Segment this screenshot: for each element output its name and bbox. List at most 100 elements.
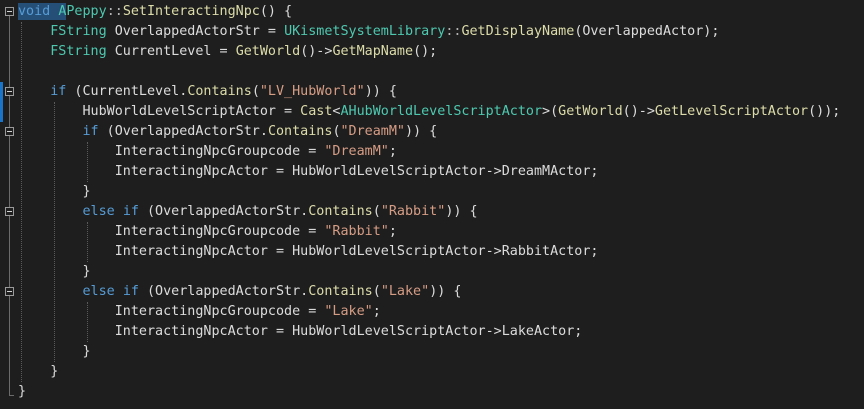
code-line[interactable]: InteractingNpcActor = HubWorldLevelScrip… [18,322,583,342]
code-token: else [82,284,115,299]
code-token: "LV_HubWorld" [259,84,365,99]
code-token: "Rabbit" [324,224,389,239]
code-token: )) { [405,124,438,139]
code-token: UKismetSystemLibrary [284,24,446,39]
code-token: AHubWorldLevelScriptActor [340,104,543,119]
code-token: Contains [308,284,373,299]
code-token: ()-> [622,104,655,119]
code-token: (OverlappedActorStr. [138,204,309,219]
code-line[interactable]: InteractingNpcGroupcode = "DreamM"; [18,142,397,162]
code-token: :: [106,4,123,19]
code-line[interactable]: } [18,382,26,402]
code-token: GetDisplayName [461,24,575,39]
code-token: InteractingNpcGroupcode = [18,304,325,319]
outline-end [9,395,14,396]
code-line[interactable]: void APeppy::SetInteractingNpc() { [18,2,292,22]
code-line[interactable]: InteractingNpcActor = HubWorldLevelScrip… [18,242,599,262]
code-token: (OverlappedActorStr. [138,284,309,299]
code-token: ()); [808,104,841,119]
code-token: ; [388,224,397,239]
code-token: InteractingNpcActor = HubWorldLevelScrip… [18,324,583,339]
code-line[interactable]: FString OverlappedActorStr = UKismetSyst… [18,22,719,42]
code-token: FString [50,24,107,39]
code-token: GetWorld [235,44,301,59]
code-token: ; [372,304,381,319]
code-token: )) { [364,84,397,99]
change-marker [0,102,3,122]
code-token: >( [542,104,559,119]
code-token: } [18,184,91,199]
code-token: FString [50,44,107,59]
code-line[interactable]: else if (OverlappedActorStr.Contains("Ra… [18,202,478,222]
collapse-icon[interactable] [5,287,14,296]
code-token: InteractingNpcActor = HubWorldLevelScrip… [18,164,599,179]
code-line[interactable]: FString CurrentLevel = GetWorld()->GetMa… [18,42,437,62]
code-token: "DreamM" [340,124,406,139]
code-token: } [18,344,91,359]
code-token: GetLevelScriptActor [654,104,809,119]
code-token: if [122,204,139,219]
code-token: } [18,264,91,279]
code-token: if [82,124,99,139]
collapse-icon[interactable] [5,87,14,96]
code-token: ( [251,84,260,99]
code-editor[interactable]: void APeppy::SetInteractingNpc() { FStri… [0,0,864,409]
code-token: Contains [187,84,252,99]
code-token: (); [413,44,438,59]
code-token: :: [445,24,462,39]
code-token: (OverlappedActor); [574,24,720,39]
code-token: } [18,364,59,379]
code-token: InteractingNpcGroupcode = [18,144,325,159]
collapse-icon[interactable] [5,7,14,16]
code-line[interactable]: InteractingNpcGroupcode = "Lake"; [18,302,381,322]
code-token: "Lake" [380,284,430,299]
code-token: ()-> [300,44,333,59]
code-token: APeppy [58,4,107,19]
collapse-icon[interactable] [5,127,14,136]
code-line[interactable]: if (CurrentLevel.Contains("LV_HubWorld")… [18,82,397,102]
code-token: else [82,204,115,219]
code-token: (CurrentLevel. [66,84,188,99]
code-token: SetInteractingNpc [122,4,260,19]
code-token: HubWorldLevelScriptActor = [18,104,301,119]
code-token: Cast [300,104,333,119]
code-token: (OverlappedActorStr. [98,124,268,139]
code-line[interactable]: } [18,182,91,202]
code-token: if [122,284,139,299]
code-token: ( [372,204,381,219]
code-line[interactable]: } [18,262,91,282]
code-line[interactable]: HubWorldLevelScriptActor = Cast<AHubWorl… [18,102,840,122]
code-line[interactable]: } [18,362,58,382]
code-token: InteractingNpcGroupcode = [18,224,325,239]
code-token: if [50,84,67,99]
code-token: GetWorld [558,104,623,119]
code-line[interactable]: InteractingNpcGroupcode = "Rabbit"; [18,222,397,242]
code-token: () { [259,4,293,19]
code-token: ( [372,284,381,299]
code-line[interactable]: } [18,342,91,362]
code-line[interactable]: if (OverlappedActorStr.Contains("DreamM"… [18,122,438,142]
code-token: OverlappedActorStr = [106,24,285,39]
code-token: CurrentLevel = [106,44,236,59]
code-token: "Lake" [324,304,373,319]
code-token: ( [332,124,341,139]
code-token: InteractingNpcActor = HubWorldLevelScrip… [18,244,599,259]
code-token: "DreamM" [324,144,389,159]
code-line[interactable]: InteractingNpcActor = HubWorldLevelScrip… [18,162,599,182]
outline-bar [9,16,10,396]
code-line[interactable]: else if (OverlappedActorStr.Contains("La… [18,282,462,302]
collapse-icon[interactable] [5,207,14,216]
code-token: void [18,4,51,19]
code-token: "Rabbit" [380,204,446,219]
code-token: Contains [267,124,333,139]
code-token: } [18,384,27,399]
code-token: Contains [308,204,373,219]
code-token: ; [388,144,397,159]
